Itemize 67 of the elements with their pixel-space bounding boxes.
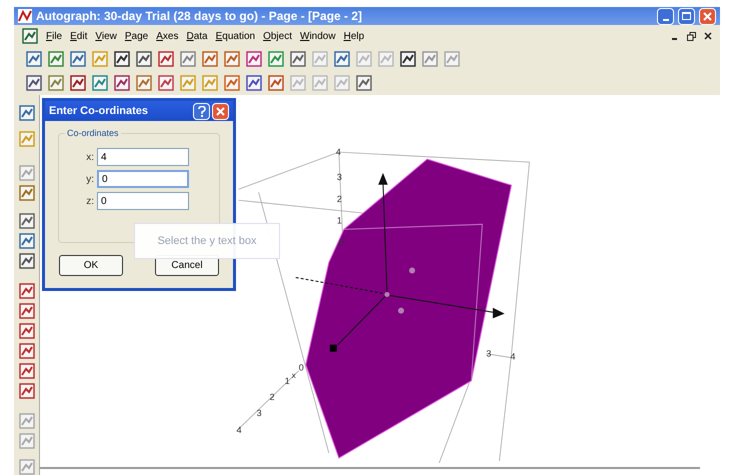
app-icon <box>18 9 32 23</box>
dialog-title: Enter Co-ordinates <box>49 104 148 119</box>
close-icon <box>703 12 712 20</box>
toolbar-icon[interactable] <box>18 323 34 339</box>
dialog-button[interactable]: OK <box>59 255 123 276</box>
toolbar-icon[interactable] <box>158 51 174 67</box>
tooltip: Select the y text box <box>134 223 280 259</box>
axis-line <box>338 296 386 346</box>
point-dot <box>398 308 404 314</box>
toolbar-icon[interactable] <box>70 75 86 91</box>
tick-label: 3 <box>336 172 342 182</box>
point-dot <box>384 292 390 298</box>
toolbar-icon[interactable] <box>290 51 306 67</box>
input-field[interactable]: 4 <box>97 148 189 166</box>
close-icon[interactable] <box>704 32 712 40</box>
toolbar-icon[interactable] <box>356 75 372 91</box>
restore-icon[interactable] <box>687 32 696 40</box>
close-icon <box>216 106 225 116</box>
tick-label: 4 <box>336 147 341 158</box>
tick-label: 4 <box>510 352 516 362</box>
menu-item[interactable]: Object <box>263 28 292 44</box>
toolbar-icon[interactable] <box>246 75 262 91</box>
tick-label: 1 <box>284 376 290 386</box>
toolbar-icon[interactable] <box>114 75 130 91</box>
menu-item[interactable]: Data <box>186 28 208 44</box>
close-button[interactable] <box>699 8 716 24</box>
toolbar-icon[interactable] <box>18 383 34 399</box>
toolbar-icon[interactable] <box>400 51 416 67</box>
maximize-button[interactable] <box>678 8 695 24</box>
menu-item[interactable]: Help <box>344 28 364 44</box>
tick-label: 3 <box>486 348 492 359</box>
field-label: x: <box>86 150 94 164</box>
field-label: y: <box>86 172 94 186</box>
tick-label: 0 <box>298 362 304 373</box>
menu-item[interactable]: Window <box>300 28 336 44</box>
field-label: z: <box>86 194 94 208</box>
tick-label: 2 <box>270 392 275 402</box>
toolbar-icon[interactable] <box>18 213 34 229</box>
toolbar-icon[interactable] <box>18 283 34 299</box>
tick-label: 2 <box>336 194 342 204</box>
menu-item[interactable]: File <box>46 28 62 44</box>
menu-item[interactable]: Equation <box>216 28 256 44</box>
axis-label: x <box>292 370 296 380</box>
toolbar-icon[interactable] <box>114 51 130 67</box>
tick-label: 3 <box>256 408 262 418</box>
toolbar-icon[interactable] <box>18 303 34 319</box>
toolbar-icon[interactable] <box>18 253 34 269</box>
window-title: Autograph: 30-day Trial (28 days to go) - Page - [Page - 2] <box>36 8 362 25</box>
question-icon <box>198 106 206 116</box>
toolbar-icon[interactable] <box>18 343 34 359</box>
tick-label: 4 <box>236 424 242 435</box>
toolbar-icon[interactable] <box>136 51 152 67</box>
input-field[interactable]: 0 <box>97 170 189 188</box>
menu-item[interactable]: Page <box>124 28 148 44</box>
tick-label: 0 <box>338 237 344 248</box>
point-dot <box>409 267 416 274</box>
minimize-button[interactable] <box>657 8 674 24</box>
help-button[interactable] <box>193 102 210 120</box>
tick-label: 1 <box>336 215 342 226</box>
input-field[interactable]: 0 <box>97 192 189 210</box>
close-button[interactable] <box>212 102 229 120</box>
toolbar-icon[interactable] <box>22 28 38 44</box>
menu-item[interactable]: View <box>95 28 117 44</box>
toolbar-icon[interactable] <box>26 75 42 91</box>
toolbar-icon[interactable] <box>18 363 34 379</box>
menu-item[interactable]: Axes <box>156 28 178 44</box>
menu-item[interactable]: Edit <box>70 28 88 44</box>
